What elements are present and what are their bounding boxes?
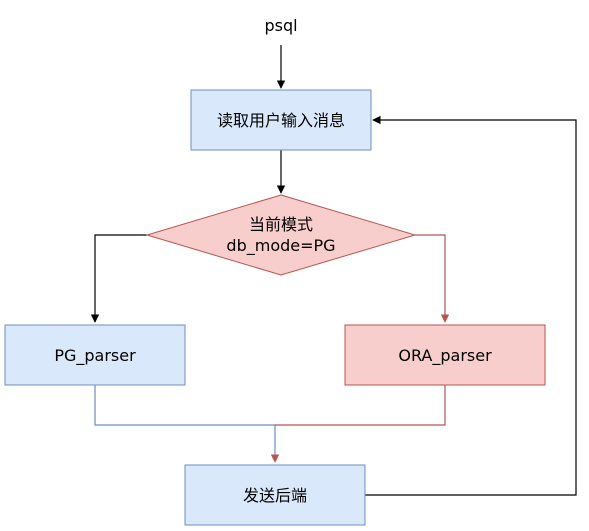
pg-parser-label: PG_parser <box>54 346 136 366</box>
send-backend-node: 发送后端 <box>184 464 366 526</box>
decision-node: 当前模式 db_mode=PG <box>145 194 417 276</box>
edge-decision-to-pg <box>90 234 147 323</box>
read-input-node: 读取用户输入消息 <box>190 89 372 151</box>
read-input-label: 读取用户输入消息 <box>217 111 345 130</box>
edge-decision-to-ora <box>415 234 450 323</box>
ora-parser-node: ORA_parser <box>344 324 546 386</box>
edge-pg-to-send <box>94 385 280 463</box>
pg-parser-node: PG_parser <box>4 324 186 386</box>
decision-label-line1: 当前模式 <box>249 215 313 234</box>
decision-label-line2: db_mode=PG <box>226 236 335 256</box>
flowchart: psql 读取用户输入消息 当前模式 db_mode=PG PG_parser … <box>4 16 577 526</box>
edge-ora-to-send <box>275 385 446 426</box>
send-backend-label: 发送后端 <box>243 486 307 505</box>
ora-parser-label: ORA_parser <box>398 346 492 366</box>
edge-send-loop-to-read <box>365 115 577 496</box>
start-label: psql <box>264 16 297 35</box>
